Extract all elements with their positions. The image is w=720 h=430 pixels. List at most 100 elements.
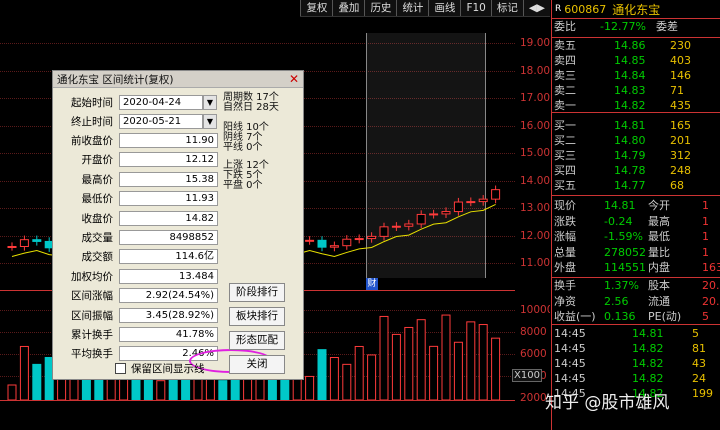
quote-value: 1: [702, 214, 709, 228]
candle-body: [317, 239, 327, 248]
end-date-label: 终止时间: [71, 116, 113, 128]
stat-row: 前收盘价 11.90: [59, 133, 218, 148]
sector-rank-button[interactable]: 板块排行: [229, 307, 285, 326]
volume-tick: 8000: [520, 326, 547, 338]
tick-price: 14.82: [632, 357, 664, 370]
natural-days: 自然日 28天: [223, 102, 279, 113]
chevron-down-icon[interactable]: ▼: [203, 114, 217, 129]
stat-value: 114.6亿: [119, 249, 218, 265]
stage-rank-button[interactable]: 阶段排行: [229, 283, 285, 302]
price-tick: 16.00: [520, 120, 550, 132]
quote-value: 1: [702, 245, 709, 259]
book-price: 14.78: [614, 164, 646, 177]
toolbar-nav[interactable]: ◀▶: [522, 0, 550, 16]
candle-body: [453, 201, 463, 213]
dialog-titlebar: 通化东宝 区间统计(复权) ✕: [53, 71, 303, 88]
tick-price: 14.82: [632, 372, 664, 385]
volume-bar: [367, 354, 377, 400]
book-label: 买五: [554, 179, 576, 192]
keep-interval-checkbox[interactable]: 保留区间显示线: [115, 361, 205, 376]
order-book-row: 卖二 14.83 71: [552, 84, 720, 98]
price-tick: 12.00: [520, 230, 550, 242]
candle-body: [391, 225, 401, 228]
volume-bar: [156, 380, 166, 400]
book-label: 买四: [554, 164, 576, 177]
book-price: 14.81: [614, 119, 646, 132]
quote-value: 1.37%: [604, 279, 639, 292]
candle-body: [466, 201, 476, 204]
candle-body: [441, 211, 451, 215]
volume-bar: [404, 326, 414, 400]
volume-bar: [453, 341, 463, 400]
close-button[interactable]: 关闭: [229, 355, 285, 374]
price-tick: 11.00: [520, 257, 550, 269]
tick-row: 14:45 14.82 43: [552, 357, 720, 371]
stat-value: 2.92(24.54%): [119, 288, 218, 304]
stock-code: 600867: [564, 2, 607, 16]
volume-bar: [379, 315, 389, 400]
volume-bar: [329, 357, 339, 400]
stat-row: 累计换手 41.78%: [59, 327, 218, 342]
quote-stat-row: 涨跌 -0.24 最高 1: [552, 215, 720, 229]
stat-value: 13.484: [119, 268, 218, 284]
quote-value: 114551: [604, 261, 646, 274]
volume-bar: [491, 337, 501, 400]
tick-volume: 199: [692, 387, 713, 400]
quote-value: -1.59%: [604, 230, 643, 243]
quote-value: 1: [702, 230, 709, 243]
stat-label: 收盘价: [81, 212, 114, 225]
stat-label: 最低价: [81, 193, 114, 206]
tick-time: 14:45: [554, 342, 586, 355]
book-volume: 248: [670, 164, 691, 177]
order-book-row: 买二 14.80 201: [552, 134, 720, 148]
quote-label: 今开: [648, 199, 670, 212]
candle-body: [329, 245, 339, 248]
tick-row: 14:45 14.82 81: [552, 342, 720, 356]
tick-volume: 5: [692, 327, 699, 340]
order-book-row: 买五 14.77 68: [552, 179, 720, 193]
quote-value: 20.: [702, 294, 720, 308]
order-book-row: 卖五 14.86 230: [552, 39, 720, 53]
checkbox-box[interactable]: [115, 363, 126, 374]
chevron-down-icon[interactable]: ▼: [203, 95, 217, 110]
order-book-row: 买四 14.78 248: [552, 164, 720, 178]
price-tick: 14.00: [520, 175, 550, 187]
order-diff-label: 委差: [656, 20, 678, 33]
candle-body: [367, 235, 377, 240]
stat-row: 收盘价 14.82: [59, 210, 218, 226]
tick-time: 14:45: [554, 357, 586, 370]
quote-stat-row: 收益(一) 0.136 PE(动) 5: [552, 310, 720, 324]
book-volume: 146: [670, 69, 691, 82]
pattern-match-button[interactable]: 形态匹配: [229, 331, 285, 350]
candle-body: [416, 213, 426, 225]
stat-value: 15.38: [119, 171, 218, 187]
quote-stat-row: 总量 278052 量比 1: [552, 246, 720, 260]
stat-row: 区间涨幅 2.92(24.54%): [59, 288, 218, 304]
quote-value: 163: [702, 261, 720, 274]
book-volume: 312: [670, 149, 691, 162]
stat-label: 区间振幅: [71, 309, 113, 322]
r-badge-icon: R: [555, 3, 562, 14]
volume-bar: [218, 380, 228, 400]
tick-volume: 24: [692, 372, 706, 385]
stat-row: 加权均价 13.484: [59, 268, 218, 284]
order-book-row: 买三 14.79 312: [552, 149, 720, 163]
quote-stat-row: 换手 1.37% 股本 20.: [552, 279, 720, 293]
watermark: 知乎 @股市雄风: [545, 393, 670, 413]
quote-label: 最低: [648, 230, 670, 243]
quote-label: 涨跌: [554, 214, 576, 228]
quote-stat-row: 现价 14.81 今开 1: [552, 199, 720, 213]
end-date-input[interactable]: 2020-05-21: [119, 114, 203, 129]
start-date-input[interactable]: 2020-04-24: [119, 95, 203, 110]
volume-bar: [391, 333, 401, 400]
close-icon[interactable]: ✕: [289, 72, 299, 86]
quote-label: 总量: [554, 245, 576, 259]
price-tick: 15.00: [520, 147, 550, 159]
stat-label: 平均换手: [71, 348, 113, 361]
volume-bar: [478, 324, 488, 400]
dialog-title: 通化东宝 区间统计(复权): [57, 73, 174, 86]
order-book-row: 卖一 14.82 435: [552, 99, 720, 113]
candle-body: [32, 239, 42, 242]
volume-unit-label: X100: [512, 369, 542, 382]
volume-bar: [305, 375, 315, 400]
